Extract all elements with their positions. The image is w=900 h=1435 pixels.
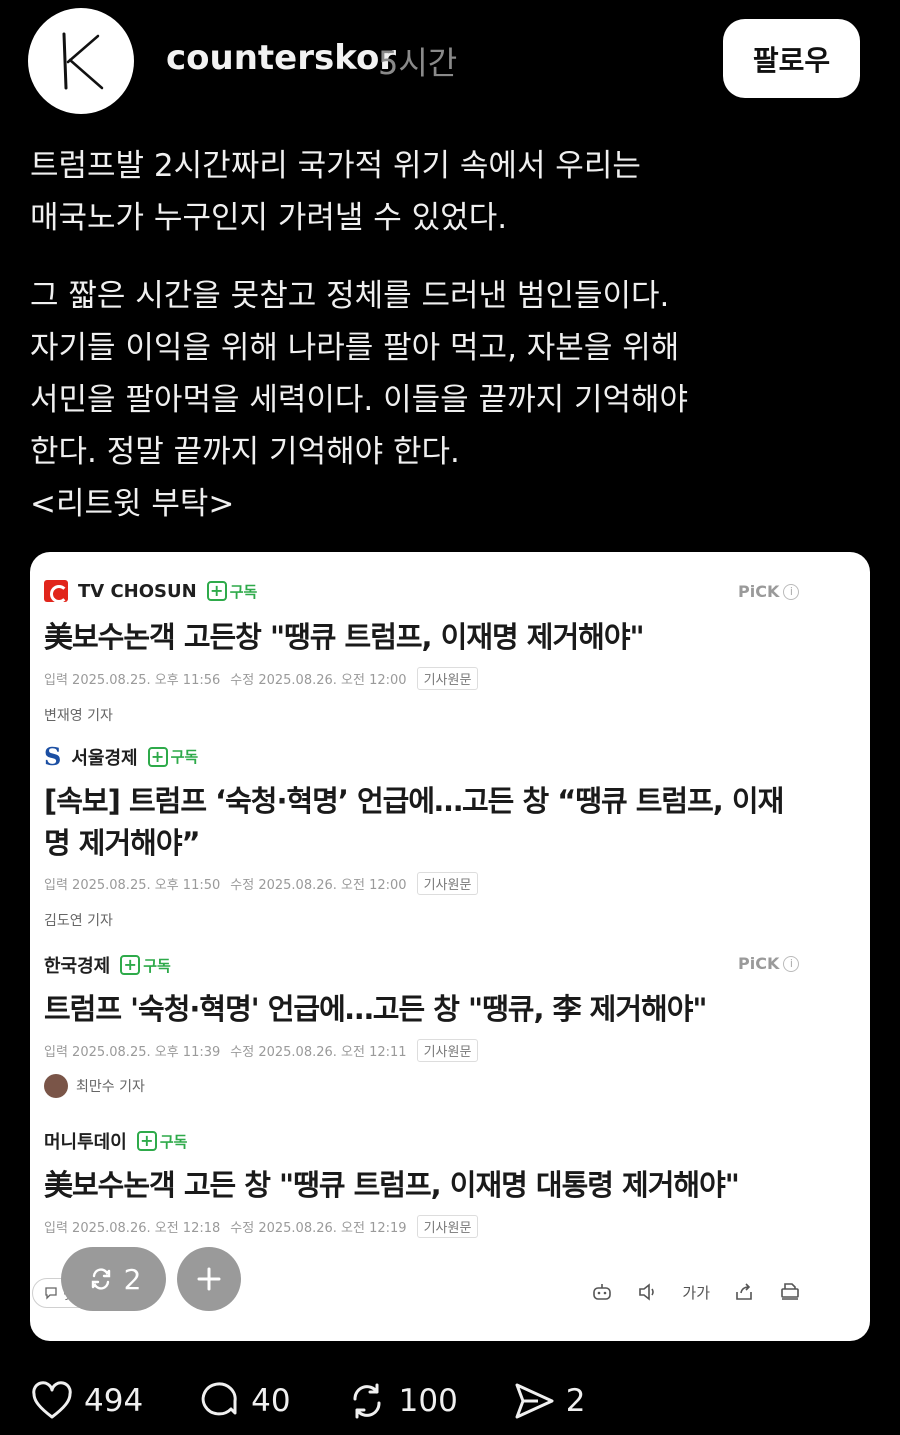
follow-button[interactable]: 팔로우 bbox=[723, 19, 860, 98]
seoul-logo-icon: S bbox=[44, 742, 62, 771]
article-meta: 입력 2025.08.25. 오후 11:39 수정 2025.08.26. 오… bbox=[44, 1039, 479, 1062]
post-line: <리트윗 부탁> bbox=[30, 486, 235, 522]
post-line: 서민을 팔아먹을 세력이다. 이들을 끝까지 기억해야 bbox=[30, 382, 689, 418]
add-fab[interactable] bbox=[177, 1247, 241, 1311]
subscribe-button[interactable]: + 구독 bbox=[120, 955, 171, 976]
post-line: 매국노가 누구인지 가려낼 수 있었다. bbox=[30, 200, 508, 236]
username[interactable]: counterskor bbox=[166, 38, 396, 78]
post-line: 트럼프발 2시간짜리 국가적 위기 속에서 우리는 bbox=[30, 148, 641, 184]
repost-fab[interactable]: 2 bbox=[61, 1247, 166, 1311]
original-article-link[interactable]: 기사원문 bbox=[416, 872, 479, 895]
plus-icon: + bbox=[120, 955, 141, 975]
subscribe-button[interactable]: + 구독 bbox=[147, 746, 198, 767]
speaker-icon[interactable] bbox=[636, 1280, 660, 1304]
article-meta: 입력 2025.08.25. 오후 11:50 수정 2025.08.26. 오… bbox=[44, 872, 479, 895]
comment-icon bbox=[45, 1287, 57, 1300]
original-article-link[interactable]: 기사원문 bbox=[416, 1039, 479, 1062]
publisher-row: TV CHOSUN + 구독 bbox=[44, 580, 257, 603]
article-headline: 美보수논객 고든 창 "땡큐 트럼프, 이재명 대통령 제거해야" bbox=[44, 1168, 740, 1202]
publisher-name: 한국경제 bbox=[44, 956, 111, 977]
share-icon[interactable] bbox=[732, 1280, 756, 1304]
article-meta: 입력 2025.08.25. 오후 11:56 수정 2025.08.26. 오… bbox=[44, 667, 479, 690]
profile-avatar[interactable] bbox=[28, 8, 134, 114]
reporter: 최만수 기자 bbox=[44, 1074, 145, 1098]
publisher-row: S 서울경제 + 구독 bbox=[44, 742, 198, 771]
original-article-link[interactable]: 기사원문 bbox=[416, 667, 479, 690]
comment-count: 40 bbox=[251, 1383, 291, 1419]
article-headline: 美보수논객 고든창 "땡큐 트럼프, 이재명 제거해야" bbox=[44, 620, 645, 654]
article-meta: 입력 2025.08.26. 오전 12:18 수정 2025.08.26. 오… bbox=[44, 1215, 479, 1238]
publisher-name: 머니투데이 bbox=[44, 1132, 127, 1153]
action-bar: 494 40 100 2 bbox=[30, 1372, 640, 1430]
plus-icon bbox=[197, 1267, 221, 1291]
comment-bubble-icon bbox=[201, 1382, 237, 1416]
publisher-row: 한국경제 + 구독 bbox=[44, 952, 171, 978]
like-button[interactable]: 494 bbox=[30, 1379, 143, 1423]
publisher-row: 머니투데이 + 구독 bbox=[44, 1128, 187, 1154]
reporter: 김도연 기자 bbox=[44, 913, 113, 929]
heart-icon bbox=[32, 1381, 72, 1419]
repost-count: 100 bbox=[398, 1383, 458, 1419]
reporter-avatar bbox=[44, 1074, 68, 1098]
repost-icon bbox=[353, 1383, 381, 1419]
info-icon: i bbox=[783, 955, 800, 972]
article-toolbar: 가가 bbox=[590, 1280, 802, 1304]
robot-icon[interactable] bbox=[590, 1280, 614, 1304]
font-size-icon[interactable]: 가가 bbox=[682, 1282, 710, 1303]
tvchosun-logo-icon bbox=[44, 580, 68, 603]
article-headline: 트럼프 '숙청·혁명' 언급에…고든 창 "땡큐, 李 제거해야" bbox=[44, 992, 708, 1026]
post-header: counterskor 5시간 팔로우 bbox=[0, 0, 900, 120]
post-body: 트럼프발 2시간짜리 국가적 위기 속에서 우리는 매국노가 누구인지 가려낼 … bbox=[30, 140, 860, 530]
post-time: 5시간 bbox=[378, 44, 458, 82]
k-logo-icon bbox=[62, 32, 104, 90]
publisher-name: TV CHOSUN bbox=[78, 580, 197, 602]
reporter: 변재영 기자 bbox=[44, 708, 113, 724]
print-icon[interactable] bbox=[778, 1280, 802, 1304]
repost-button[interactable]: 100 bbox=[345, 1379, 458, 1423]
share-button[interactable]: 2 bbox=[512, 1379, 586, 1423]
post-line: 한다. 정말 끝까지 기억해야 한다. bbox=[30, 434, 460, 470]
original-article-link[interactable]: 기사원문 bbox=[416, 1215, 479, 1238]
plus-icon: + bbox=[206, 581, 227, 601]
article-headline: [속보] 트럼프 ‘숙청·혁명’ 언급에…고든 창 “땡큐 트럼프, 이재 명 … bbox=[44, 784, 784, 860]
plus-icon: + bbox=[147, 746, 168, 767]
attached-image[interactable]: TV CHOSUN + 구독 PiCK i 美보수논객 고든창 "땡큐 트럼프, 이… bbox=[30, 552, 870, 1341]
publisher-name: 서울경제 bbox=[71, 747, 138, 769]
pick-badge: PiCK i bbox=[738, 582, 800, 601]
subscribe-button[interactable]: + 구독 bbox=[136, 1131, 187, 1152]
post-line: 자기들 이익을 위해 나라를 팔아 먹고, 자본을 위해 bbox=[30, 330, 680, 366]
like-count: 494 bbox=[84, 1383, 144, 1419]
send-icon bbox=[515, 1383, 554, 1419]
subscribe-button[interactable]: + 구독 bbox=[206, 581, 257, 602]
info-icon: i bbox=[783, 583, 800, 600]
repost-icon bbox=[91, 1268, 110, 1290]
pick-badge: PiCK i bbox=[738, 954, 800, 973]
share-count: 2 bbox=[565, 1383, 586, 1419]
comment-button[interactable]: 40 bbox=[197, 1379, 291, 1423]
plus-icon: + bbox=[136, 1131, 157, 1151]
post-line: 그 짧은 시간을 못참고 정체를 드러낸 범인들이다. bbox=[30, 278, 670, 314]
